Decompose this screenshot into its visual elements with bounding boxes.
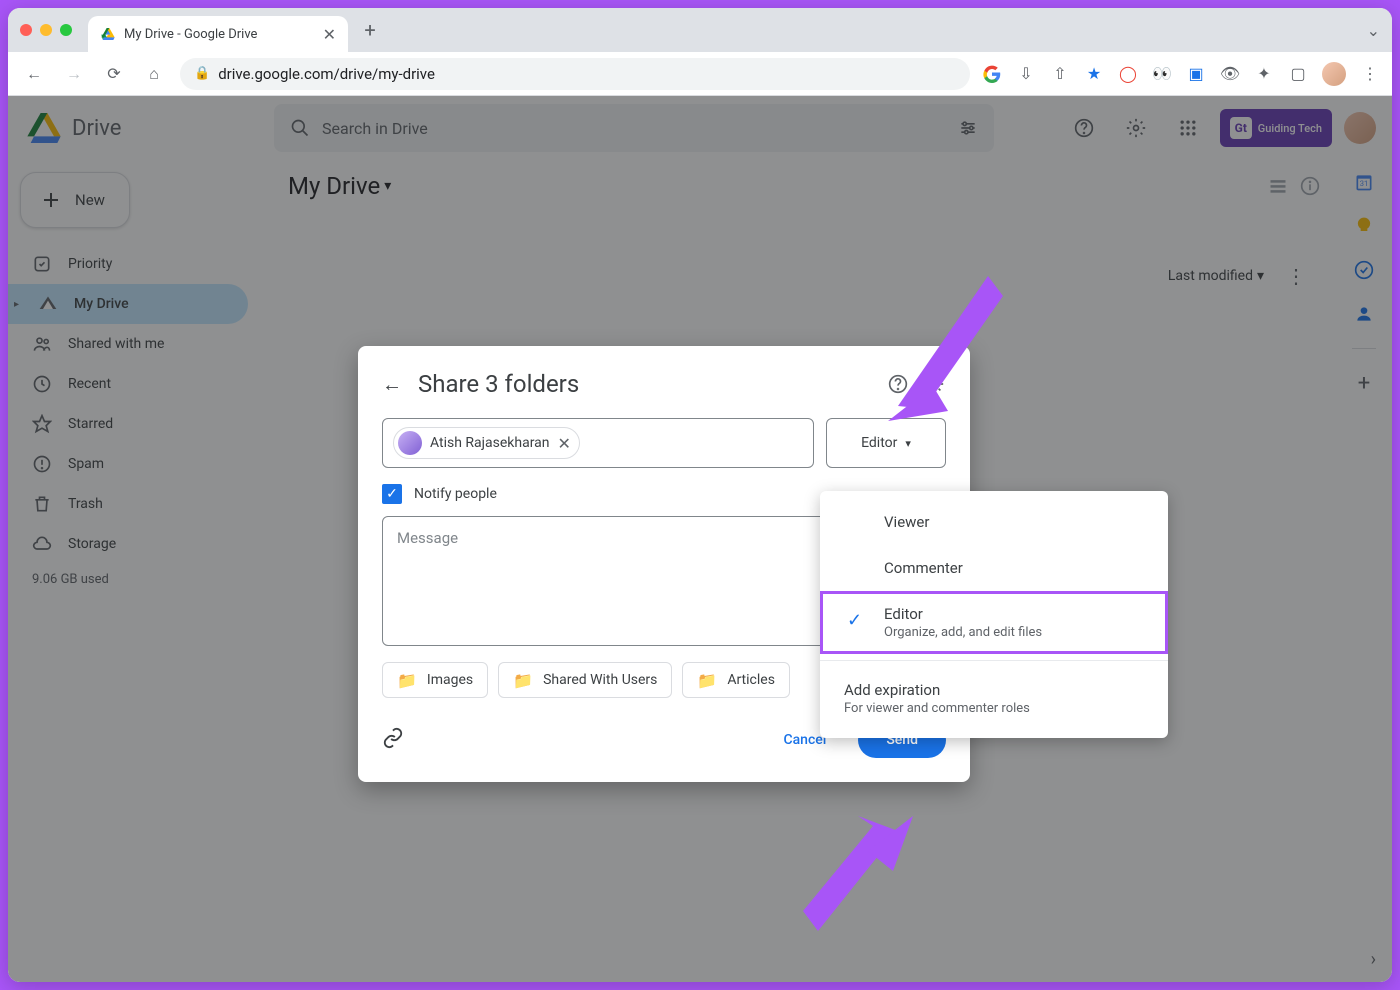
tab-overflow-icon[interactable]: ⌄ xyxy=(1367,21,1380,40)
add-expiration-option[interactable]: Add expiration For viewer and commenter … xyxy=(820,667,1168,730)
chip-label: Atish Rajasekharan xyxy=(430,435,550,451)
back-arrow-icon[interactable]: ← xyxy=(382,372,402,397)
remove-chip-icon[interactable]: ✕ xyxy=(558,434,571,453)
folder-chip[interactable]: 📁 Shared With Users xyxy=(498,662,672,698)
folder-icon: 📁 xyxy=(397,671,417,690)
role-dropdown-menu: Viewer Commenter ✓ Editor Organize, add,… xyxy=(820,491,1168,738)
list-view-icon[interactable] xyxy=(1268,176,1288,196)
reload-button[interactable]: ⟳ xyxy=(100,60,128,88)
folder-icon: 📁 xyxy=(697,671,717,690)
check-icon: ✓ xyxy=(847,610,862,631)
sidepanel-icon[interactable]: ▢ xyxy=(1288,64,1308,84)
extension-icon[interactable]: ▣ xyxy=(1186,64,1206,84)
annotation-arrow xyxy=(798,816,928,946)
role-option-editor[interactable]: ✓ Editor Organize, add, and edit files xyxy=(820,591,1168,654)
share-icon[interactable]: ⇧ xyxy=(1050,64,1070,84)
new-tab-button[interactable]: + xyxy=(356,16,384,44)
folder-chip[interactable]: 📁 Articles xyxy=(682,662,790,698)
maximize-window-button[interactable] xyxy=(60,24,72,36)
close-window-button[interactable] xyxy=(20,24,32,36)
browser-tab[interactable]: My Drive - Google Drive ✕ xyxy=(88,16,348,52)
extensions-puzzle-icon[interactable]: ✦ xyxy=(1254,64,1274,84)
address-bar: ← → ⟳ ⌂ 🔒 drive.google.com/drive/my-driv… xyxy=(8,52,1392,96)
notify-label: Notify people xyxy=(414,486,497,502)
bookmark-star-icon[interactable]: ★ xyxy=(1084,64,1104,84)
chrome-menu-icon[interactable]: ⋮ xyxy=(1360,64,1380,84)
drive-favicon-icon xyxy=(100,26,116,42)
copy-link-icon[interactable] xyxy=(382,727,404,754)
notify-checkbox[interactable]: ✓ xyxy=(382,484,402,504)
forward-button[interactable]: → xyxy=(60,60,88,88)
close-tab-icon[interactable]: ✕ xyxy=(323,25,336,44)
annotation-arrow xyxy=(878,261,1008,431)
back-button[interactable]: ← xyxy=(20,60,48,88)
folder-icon: 📁 xyxy=(513,671,533,690)
tab-title: My Drive - Google Drive xyxy=(124,27,257,42)
role-option-commenter[interactable]: Commenter xyxy=(820,545,1168,591)
recipient-input[interactable]: Atish Rajasekharan ✕ xyxy=(382,418,814,468)
dialog-title: Share 3 folders xyxy=(418,370,870,398)
google-icon[interactable] xyxy=(982,64,1002,84)
profile-avatar[interactable] xyxy=(1322,62,1346,86)
dropdown-caret-icon: ▾ xyxy=(905,437,911,450)
minimize-window-button[interactable] xyxy=(40,24,52,36)
recipient-chip[interactable]: Atish Rajasekharan ✕ xyxy=(393,427,580,459)
url-input[interactable]: 🔒 drive.google.com/drive/my-drive xyxy=(180,58,970,90)
folder-chip[interactable]: 📁 Images xyxy=(382,662,488,698)
extension-icon[interactable]: ◯ xyxy=(1118,64,1138,84)
info-icon[interactable] xyxy=(1300,176,1320,196)
role-option-viewer[interactable]: Viewer xyxy=(820,499,1168,545)
extension-icon[interactable]: 👀 xyxy=(1152,64,1172,84)
lock-icon: 🔒 xyxy=(194,66,210,81)
avatar xyxy=(398,431,422,455)
url-text: drive.google.com/drive/my-drive xyxy=(218,65,435,83)
download-icon[interactable]: ⇩ xyxy=(1016,64,1036,84)
window-controls xyxy=(20,24,72,36)
browser-tab-bar: My Drive - Google Drive ✕ + ⌄ xyxy=(8,8,1392,52)
extension-icon[interactable]: 👁 xyxy=(1220,64,1240,84)
home-button[interactable]: ⌂ xyxy=(140,60,168,88)
